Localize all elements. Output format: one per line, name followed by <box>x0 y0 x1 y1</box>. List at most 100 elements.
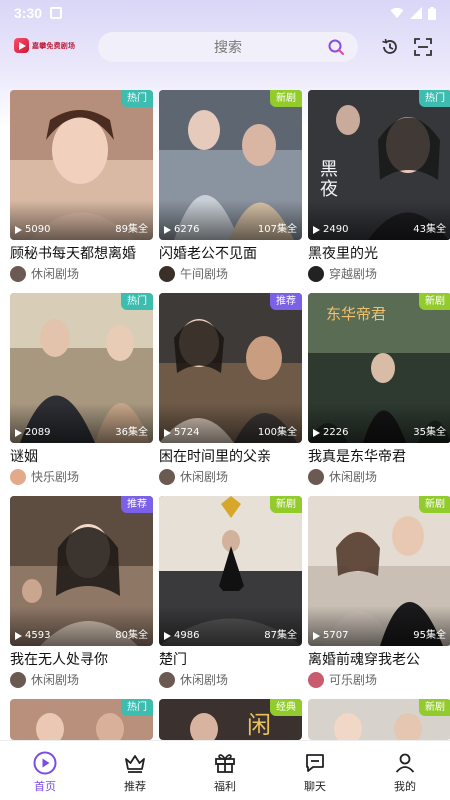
scan-icon[interactable] <box>414 38 432 56</box>
episode-count: 95集全 <box>413 630 446 641</box>
notification-icon <box>50 7 63 19</box>
source-avatar <box>308 671 324 688</box>
source-avatar <box>10 671 26 688</box>
tab-welfare[interactable]: 福利 <box>180 741 270 800</box>
badge: 推荐 <box>121 496 153 513</box>
drama-title[interactable]: 顾秘书每天都想离婚 <box>10 245 153 264</box>
tab-label: 聊天 <box>304 780 326 793</box>
view-count: 2490 <box>313 224 348 235</box>
view-count: 5724 <box>164 427 199 438</box>
badge: 新剧 <box>419 293 450 310</box>
badge: 经典 <box>270 699 302 716</box>
view-count-text: 2490 <box>323 224 349 235</box>
drama-poster[interactable]: 热门 2089 36集全 <box>10 293 153 443</box>
drama-source: 休闲剧场 <box>10 265 153 282</box>
drama-card[interactable]: 东华帝君 新剧 2226 35集全 我真是东华帝君 休闲剧场 <box>308 293 450 485</box>
drama-card[interactable]: 新剧 4986 87集全 楚门 休闲剧场 <box>159 496 302 688</box>
drama-title[interactable]: 黑夜里的光 <box>308 245 450 264</box>
badge: 推荐 <box>270 293 302 310</box>
status-time: 3:30 <box>14 5 43 21</box>
episode-count: 89集全 <box>115 224 148 235</box>
drama-card[interactable]: 闲 经典 <box>159 699 302 740</box>
drama-poster[interactable]: 热门 <box>10 699 153 740</box>
drama-poster[interactable]: 闲 经典 <box>159 699 302 740</box>
drama-title[interactable]: 谜姻 <box>10 448 153 467</box>
search-placeholder: 搜索 <box>214 40 242 56</box>
drama-source: 休闲剧场 <box>159 671 302 688</box>
battery-icon <box>428 6 436 20</box>
source-avatar <box>10 265 26 282</box>
episode-count: 100集全 <box>257 427 297 438</box>
drama-poster[interactable]: 新剧 6276 107集全 <box>159 90 302 240</box>
badge: 热门 <box>121 699 153 716</box>
source-name: 休闲剧场 <box>329 470 378 484</box>
view-count-text: 5707 <box>323 630 349 641</box>
drama-card[interactable]: 新剧 <box>308 699 450 740</box>
wifi-icon <box>390 7 404 18</box>
drama-poster[interactable]: 新剧 4986 87集全 <box>159 496 302 646</box>
drama-source: 休闲剧场 <box>10 671 153 688</box>
drama-poster[interactable]: 热门 5090 89集全 <box>10 90 153 240</box>
drama-card[interactable]: 新剧 6276 107集全 闪婚老公不见面 午间剧场 <box>159 90 302 282</box>
drama-source: 可乐剧场 <box>308 671 450 688</box>
play-icon <box>164 631 171 640</box>
view-count: 4593 <box>15 630 50 641</box>
drama-poster[interactable]: 黑 夜 热门 2490 43集全 <box>308 90 450 240</box>
drama-title[interactable]: 楚门 <box>159 651 302 670</box>
chat-icon <box>306 754 324 772</box>
logo-play-icon <box>14 38 29 53</box>
view-count-text: 2226 <box>323 427 349 438</box>
drama-title[interactable]: 我在无人处寻你 <box>10 651 153 670</box>
drama-card[interactable]: 推荐 4593 80集全 我在无人处寻你 休闲剧场 <box>10 496 153 688</box>
crown-icon <box>125 755 145 773</box>
badge: 新剧 <box>419 699 450 716</box>
play-icon <box>15 428 22 437</box>
tab-recommend[interactable]: 推荐 <box>90 741 180 800</box>
source-avatar <box>308 265 324 282</box>
source-avatar <box>308 468 324 485</box>
source-avatar <box>159 671 175 688</box>
drama-title[interactable]: 闪婚老公不见面 <box>159 245 302 264</box>
tab-home[interactable]: 首页 <box>0 741 90 800</box>
view-count: 5707 <box>313 630 348 641</box>
tab-profile[interactable]: 我的 <box>360 741 450 800</box>
play-icon <box>313 428 320 437</box>
view-count-text: 5724 <box>174 427 200 438</box>
episode-count: 35集全 <box>413 427 446 438</box>
status-bar: 3:30 <box>0 0 450 26</box>
episode-count: 80集全 <box>115 630 148 641</box>
drama-title[interactable]: 离婚前魂穿我老公 <box>308 651 450 670</box>
badge: 热门 <box>121 293 153 310</box>
drama-card[interactable]: 黑 夜 热门 2490 43集全 黑夜里的光 穿越剧场 <box>308 90 450 282</box>
badge: 新剧 <box>419 496 450 513</box>
drama-card[interactable]: 新剧 5707 95集全 离婚前魂穿我老公 可乐剧场 <box>308 496 450 688</box>
drama-poster[interactable]: 新剧 <box>308 699 450 740</box>
tab-chat[interactable]: 聊天 <box>270 741 360 800</box>
drama-card[interactable]: 热门 2089 36集全 谜姻 快乐剧场 <box>10 293 153 485</box>
drama-title[interactable]: 我真是东华帝君 <box>308 448 450 467</box>
badge: 热门 <box>419 90 450 107</box>
source-avatar <box>159 468 175 485</box>
svg-text:闲: 闲 <box>247 711 271 739</box>
drama-title[interactable]: 困在时间里的父亲 <box>159 448 302 467</box>
play-icon <box>164 225 171 234</box>
drama-poster[interactable]: 推荐 5724 100集全 <box>159 293 302 443</box>
badge: 新剧 <box>270 90 302 107</box>
drama-card[interactable]: 推荐 5724 100集全 困在时间里的父亲 休闲剧场 <box>159 293 302 485</box>
drama-poster[interactable]: 推荐 4593 80集全 <box>10 496 153 646</box>
drama-card[interactable]: 热门 <box>10 699 153 740</box>
drama-poster[interactable]: 东华帝君 新剧 2226 35集全 <box>308 293 450 443</box>
drama-source: 穿越剧场 <box>308 265 450 282</box>
episode-count: 43集全 <box>413 224 446 235</box>
person-icon <box>395 753 415 773</box>
history-icon[interactable] <box>381 38 399 56</box>
drama-source: 快乐剧场 <box>10 468 153 485</box>
view-count-text: 4986 <box>174 630 200 641</box>
drama-card[interactable]: 热门 5090 89集全 顾秘书每天都想离婚 休闲剧场 <box>10 90 153 282</box>
search-bar[interactable]: 搜索 <box>98 32 358 62</box>
play-icon <box>313 225 320 234</box>
play-icon <box>164 428 171 437</box>
drama-poster[interactable]: 新剧 5707 95集全 <box>308 496 450 646</box>
source-name: 休闲剧场 <box>31 673 80 687</box>
search-icon[interactable] <box>328 39 344 55</box>
